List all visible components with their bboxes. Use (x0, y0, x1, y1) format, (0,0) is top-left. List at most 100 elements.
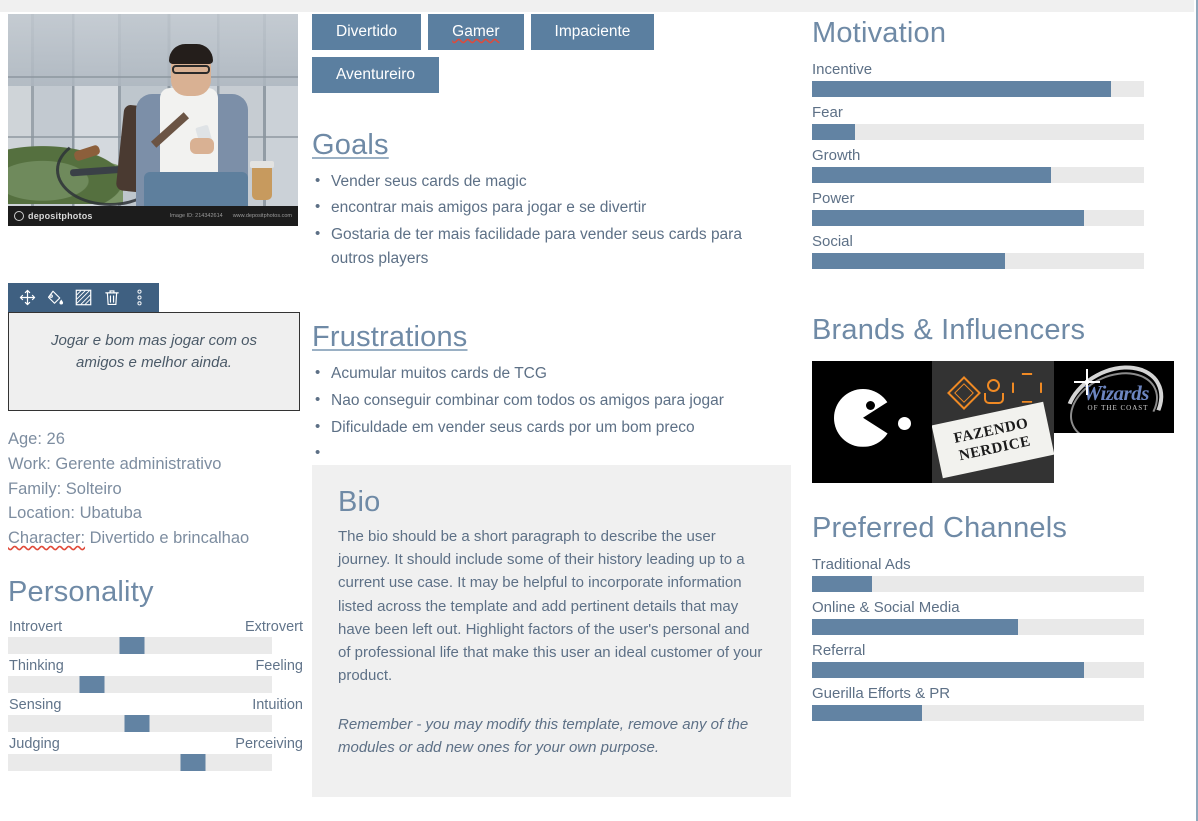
slider-thumb[interactable] (119, 636, 145, 654)
pacman-body-icon (834, 388, 892, 447)
slider-left-label: Thinking (9, 657, 64, 674)
pawn-base-icon (984, 392, 1004, 404)
fact-age-value: 26 (46, 430, 65, 448)
tag-gamer[interactable]: Gamer (428, 14, 524, 50)
pawn-icon (987, 378, 1000, 392)
bar-track[interactable] (812, 661, 1144, 678)
slider-left-label: Sensing (9, 696, 62, 713)
slider-track[interactable] (8, 675, 272, 693)
channels-title: Preferred Channels (812, 511, 1068, 544)
personality-slider-judging-perceiving[interactable]: Judging Perceiving (8, 736, 304, 771)
personality-slider-introvert-extrovert[interactable]: Introvert Extrovert (8, 619, 304, 654)
move-icon[interactable] (15, 285, 40, 310)
transparency-icon[interactable] (71, 285, 96, 310)
more-options-icon[interactable] (127, 285, 152, 310)
fazendo-nerdice-logo[interactable]: FAZENDO NERDICE (932, 360, 1054, 483)
element-toolbar[interactable] (8, 283, 159, 312)
fact-location: Location: Ubatuba (8, 501, 304, 526)
bar-label: Fear (812, 103, 843, 121)
motivation-bar-growth: Growth (812, 147, 1192, 183)
delete-icon[interactable] (99, 285, 124, 310)
slider-left-label: Introvert (9, 618, 63, 635)
bio-section[interactable]: Bio The bio should be a short paragraph … (312, 465, 791, 798)
watermark-image-id: Image ID: 214342614 (169, 213, 223, 219)
preferred-channels-section: Preferred Channels Traditional Ads Onlin… (812, 511, 1192, 721)
fill-color-icon[interactable] (43, 285, 68, 310)
right-column: Motivation Incentive Fear Growth Power S… (812, 14, 1192, 728)
slider-track[interactable] (8, 714, 272, 732)
bar-track[interactable] (812, 252, 1144, 269)
slider-right-label: Perceiving (235, 735, 303, 752)
bar-fill (812, 575, 872, 592)
slider-track[interactable] (8, 753, 272, 771)
tag-label: Aventureiro (336, 65, 415, 83)
persona-facts: Age: 26 Work: Gerente administrativo Fam… (8, 427, 304, 551)
bio-title: Bio (338, 486, 381, 519)
bar-fill (812, 166, 1052, 183)
photo-watermark-bar: depositphotos Image ID: 214342614 www.de… (8, 206, 298, 226)
list-item: Dificuldade em vender seus cards por um … (312, 416, 762, 440)
slider-thumb[interactable] (124, 714, 150, 732)
persona-tags: Divertido Gamer Impaciente Aventureiro (312, 14, 732, 93)
frustrations-section: Frustrations Acumular muitos cards de TC… (312, 321, 802, 465)
bar-track[interactable] (812, 123, 1144, 140)
bar-fill (812, 618, 1018, 635)
bar-label: Power (812, 189, 855, 207)
sparkle-icon (1074, 368, 1100, 395)
bar-fill (812, 209, 1085, 226)
persona-quote-text: Jogar e bom mas jogar com os amigos e me… (51, 332, 257, 371)
personality-slider-sensing-intuition[interactable]: Sensing Intuition (8, 697, 304, 732)
left-column: depositphotos Image ID: 214342614 www.de… (8, 14, 304, 771)
slider-right-label: Extrovert (244, 618, 303, 635)
persona-photo[interactable]: depositphotos Image ID: 214342614 www.de… (8, 14, 298, 226)
channel-bar-referral: Referral (812, 642, 1192, 678)
bar-track[interactable] (812, 166, 1144, 183)
bio-note: Remember - you may modify this template,… (338, 715, 749, 756)
tag-divertido[interactable]: Divertido (312, 14, 422, 50)
goals-title: Goals (312, 128, 389, 161)
motivation-section: Motivation Incentive Fear Growth Power S… (812, 17, 1192, 269)
bar-track[interactable] (812, 80, 1144, 97)
watermark-meta: Image ID: 214342614 www.depositphotos.co… (170, 213, 292, 219)
bar-track[interactable] (812, 209, 1144, 226)
bar-fill (812, 123, 856, 140)
motivation-bar-fear: Fear (812, 104, 1192, 140)
middle-column: Divertido Gamer Impaciente Aventureiro G… (312, 14, 802, 798)
bar-label: Guerilla Efforts & PR (812, 684, 951, 702)
personality-title: Personality (8, 575, 154, 608)
bio-paragraph: The bio should be a short paragraph to d… (338, 528, 763, 684)
depositphotos-icon (14, 211, 24, 221)
tag-impaciente[interactable]: Impaciente (530, 14, 655, 50)
bar-track[interactable] (812, 618, 1144, 635)
bar-track[interactable] (812, 575, 1144, 592)
tag-aventureiro[interactable]: Aventureiro (312, 56, 439, 93)
watermark-brand-group: depositphotos (14, 211, 93, 221)
slider-track[interactable] (8, 636, 272, 654)
frustrations-title: Frustrations (312, 321, 468, 354)
motivation-bar-power: Power (812, 190, 1192, 226)
bar-fill (812, 661, 1085, 678)
tag-label: Gamer (452, 23, 500, 40)
brand-line-2: OF THE COAST (1087, 403, 1149, 412)
bar-label: Growth (812, 146, 861, 164)
wizards-of-the-coast-logo[interactable]: Wizards OF THE COAST (1054, 360, 1174, 433)
fact-family: Family: Solteiro (8, 477, 304, 502)
bar-fill (812, 704, 922, 721)
photo-hair (169, 44, 213, 64)
slider-thumb[interactable] (180, 753, 206, 771)
pacman-logo[interactable] (812, 360, 932, 483)
slider-thumb[interactable] (79, 675, 105, 693)
fact-work: Work: Gerente administrativo (8, 452, 304, 477)
top-strip (0, 0, 1194, 12)
bar-label: Social (812, 232, 853, 250)
personality-slider-thinking-feeling[interactable]: Thinking Feeling (8, 658, 304, 693)
bar-track[interactable] (812, 704, 1144, 721)
fact-age-label: Age: (8, 430, 42, 448)
motivation-title: Motivation (812, 17, 947, 49)
bar-label: Traditional Ads (812, 555, 911, 573)
fact-family-label: Family: (8, 479, 62, 498)
photo-band-1 (8, 76, 298, 78)
channel-bar-online-social-media: Online & Social Media (812, 599, 1192, 635)
slider-labels: Sensing Intuition (8, 697, 304, 715)
persona-quote-box[interactable]: Jogar e bom mas jogar com os amigos e me… (8, 312, 300, 411)
